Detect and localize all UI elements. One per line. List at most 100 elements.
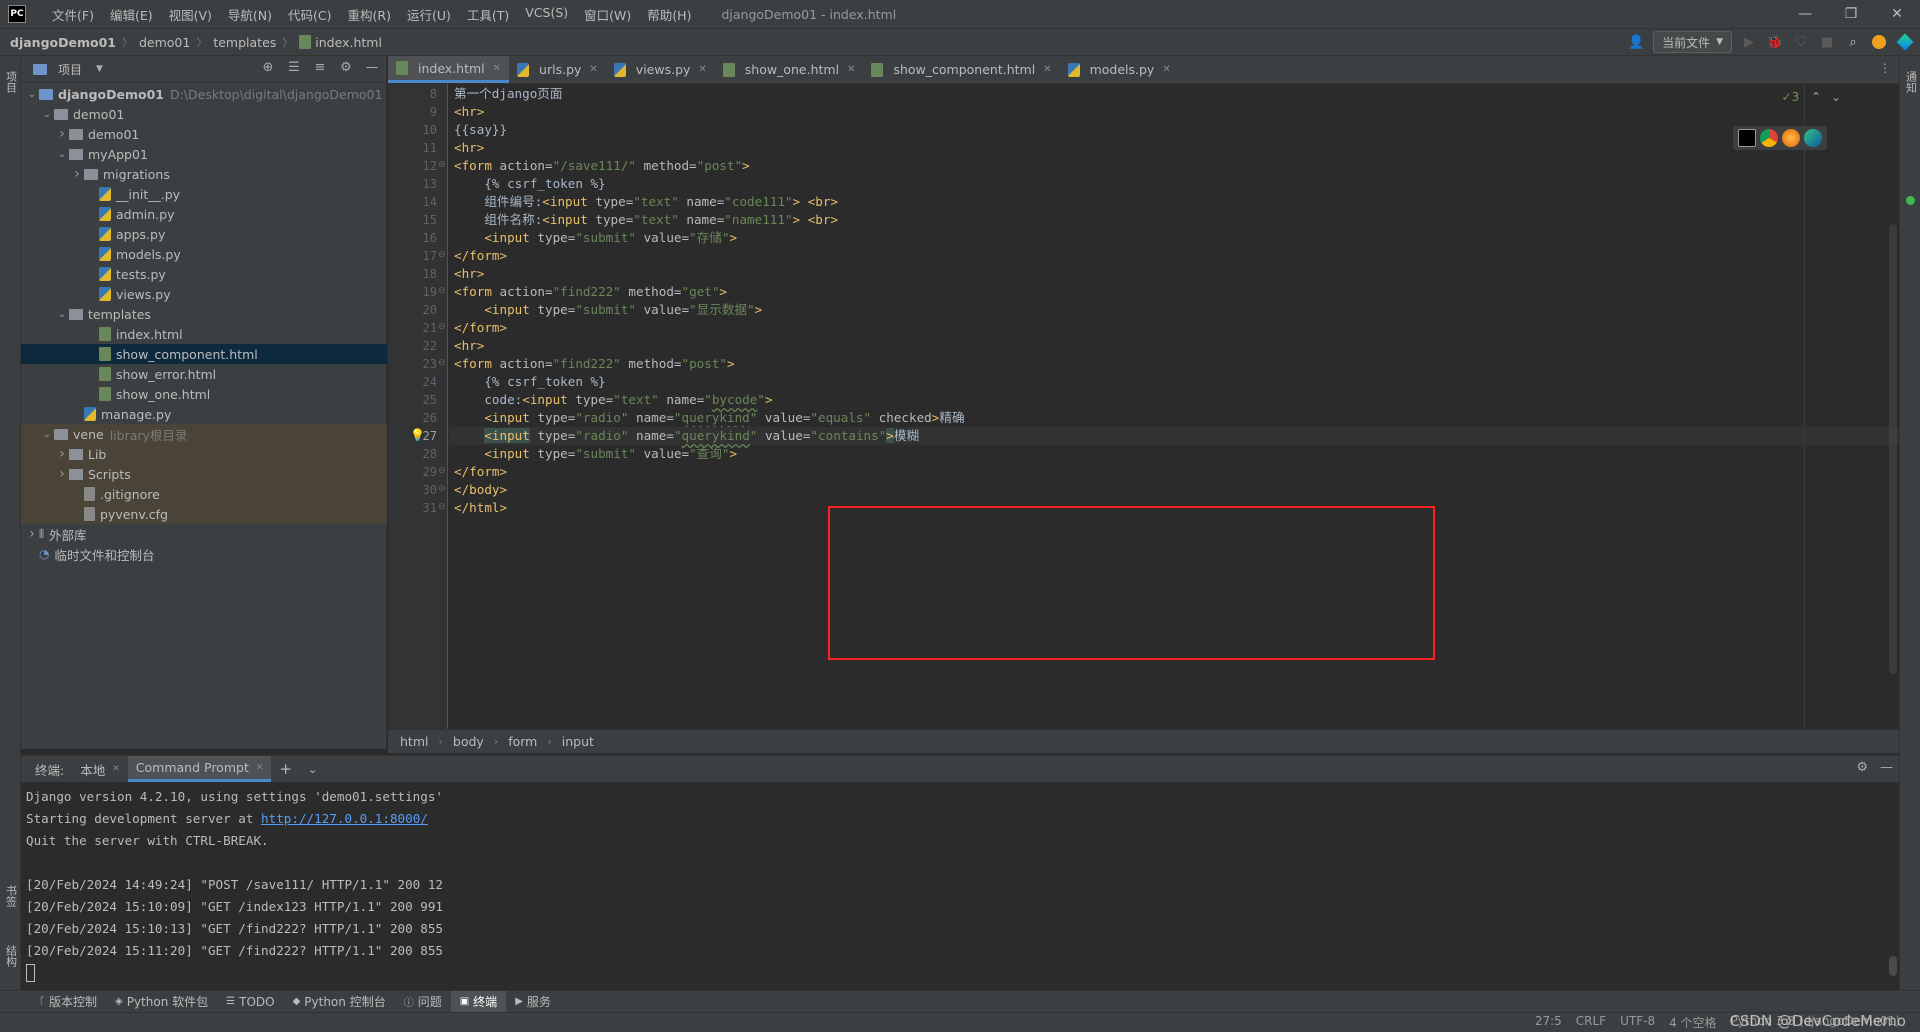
tool-window-button[interactable]: ◆ Python 控制台 xyxy=(284,993,395,1010)
code-line[interactable]: <form action="find222" method="post"> xyxy=(454,355,735,373)
terminal-tab[interactable]: Command Prompt ✕ xyxy=(127,756,272,782)
tool-window-button[interactable]: ⓘ 问题 xyxy=(395,993,451,1010)
code-line[interactable]: <hr> xyxy=(454,139,484,157)
chevron-down-icon[interactable]: ⌄ xyxy=(25,89,39,100)
tree-item[interactable]: __init__.py xyxy=(21,184,387,204)
breadcrumb-item[interactable]: index.html xyxy=(315,35,382,50)
code-line[interactable]: {{say}} xyxy=(454,121,507,139)
breadcrumb-item[interactable]: djangoDemo01 xyxy=(10,35,116,50)
fold-icon[interactable]: ⊖ xyxy=(438,502,446,512)
coverage-icon[interactable]: ⛉ xyxy=(1792,33,1810,51)
code-line[interactable]: </form> xyxy=(454,247,507,265)
code-line[interactable]: <hr> xyxy=(454,337,484,355)
code-line[interactable]: <hr> xyxy=(454,265,484,283)
tool-window-button[interactable]: ☰ TODO xyxy=(217,995,283,1009)
tree-item[interactable]: › demo01 xyxy=(21,124,387,144)
status-item[interactable]: UTF-8 xyxy=(1620,1014,1655,1031)
tree-item[interactable]: manage.py xyxy=(21,404,387,424)
chevron-down-icon[interactable]: ⌄ xyxy=(1831,90,1841,104)
tree-item[interactable]: ⌄ djangoDemo01 D:\Desktop\digital\djangoDe… xyxy=(21,84,387,104)
status-item[interactable]: 4 个空格 xyxy=(1669,1014,1716,1031)
terminal-cursor[interactable] xyxy=(26,964,35,982)
menu-item[interactable]: 代码(C) xyxy=(280,5,339,24)
chevron-right-icon[interactable]: › xyxy=(55,466,69,482)
menu-item[interactable]: 导航(N) xyxy=(220,5,280,24)
firefox-icon[interactable] xyxy=(1782,129,1800,147)
pycharm-browser-icon[interactable] xyxy=(1738,129,1756,147)
code-line[interactable]: <input type="submit" value="显示数据"> xyxy=(454,301,762,319)
editor-breadcrumb-item[interactable]: form xyxy=(508,734,537,749)
terminal-scrollbar[interactable] xyxy=(1889,956,1897,976)
code-line[interactable]: 组件名称:<input type="text" name="name111"> … xyxy=(454,211,838,229)
menu-item[interactable]: 文件(F) xyxy=(44,5,102,24)
menu-item[interactable]: VCS(S) xyxy=(517,5,576,24)
tree-item[interactable]: show_one.html xyxy=(21,384,387,404)
close-icon[interactable]: ✕ xyxy=(1043,64,1051,75)
menu-item[interactable]: 帮助(H) xyxy=(639,5,699,24)
editor-breadcrumb-item[interactable]: input xyxy=(562,734,594,749)
minimize-icon[interactable]: — xyxy=(1782,0,1828,28)
tree-item[interactable]: show_error.html xyxy=(21,364,387,384)
code-line[interactable]: </form> xyxy=(454,463,507,481)
chevron-up-icon[interactable]: ⌃ xyxy=(1811,90,1821,104)
server-url-link[interactable]: http://127.0.0.1:8000/ xyxy=(261,811,428,826)
stop-icon[interactable]: ■ xyxy=(1818,33,1836,51)
code-line[interactable]: <input type="submit" value="查询"> xyxy=(454,445,737,463)
tree-item[interactable]: › migrations xyxy=(21,164,387,184)
code-line[interactable]: 组件编号:<input type="text" name="code111"> … xyxy=(454,193,838,211)
menu-item[interactable]: 重构(R) xyxy=(340,5,399,24)
tree-item[interactable]: index.html xyxy=(21,324,387,344)
tree-item[interactable]: ⌄ vene library根目录 xyxy=(21,424,387,444)
editor-breadcrumb-item[interactable]: html xyxy=(400,734,428,749)
code-line[interactable]: <form action="/save111/" method="post"> xyxy=(454,157,750,175)
menu-item[interactable]: 编辑(E) xyxy=(102,5,161,24)
fold-icon[interactable]: ⊖ xyxy=(438,250,446,260)
close-icon[interactable]: ✕ xyxy=(112,764,120,774)
editor-breadcrumb-item[interactable]: body xyxy=(453,734,484,749)
chevron-right-icon[interactable]: › xyxy=(55,446,69,462)
edge-icon[interactable] xyxy=(1804,129,1822,147)
close-icon[interactable]: ✕ xyxy=(698,64,706,75)
status-item[interactable]: CRLF xyxy=(1576,1014,1606,1031)
update-icon[interactable] xyxy=(1870,33,1888,51)
editor-tab[interactable]: views.py ✕ xyxy=(606,56,715,83)
editor-tab[interactable]: index.html ✕ xyxy=(388,56,510,83)
tree-item[interactable]: apps.py xyxy=(21,224,387,244)
tree-item[interactable]: ⌄ templates xyxy=(21,304,387,324)
chevron-down-icon[interactable]: ⌄ xyxy=(40,109,54,120)
jetbrains-ai-icon[interactable] xyxy=(1896,33,1914,51)
tree-item[interactable]: › ⫴ 外部库 xyxy=(21,524,387,544)
hide-icon[interactable]: — xyxy=(1880,760,1893,775)
code-line[interactable]: </body> xyxy=(454,481,507,499)
code-editor[interactable]: 8 9 10 11 12 ⊖ 13 14 15 16 17 ⊖ 18 19 ⊖ 20 21 ⊖ 22 23 ⊖ 24 25 2… xyxy=(388,84,1899,729)
code-line[interactable]: </form> xyxy=(454,319,507,337)
restore-icon[interactable]: ❐ xyxy=(1828,0,1874,28)
menu-item[interactable]: 工具(T) xyxy=(459,5,517,24)
tree-item[interactable]: admin.py xyxy=(21,204,387,224)
code-line[interactable]: code:<input type="text" name="bycode"> xyxy=(454,391,772,409)
fold-icon[interactable]: ⊖ xyxy=(438,466,446,476)
code-line[interactable]: <hr> xyxy=(454,103,484,121)
code-line[interactable]: </html> xyxy=(454,499,507,517)
status-item[interactable]: 27:5 xyxy=(1535,1014,1562,1031)
editor-tab[interactable]: models.py ✕ xyxy=(1060,56,1179,83)
menu-item[interactable]: 运行(U) xyxy=(399,5,459,24)
terminal-tab[interactable]: 本地 ✕ xyxy=(72,756,128,782)
tool-window-button[interactable]: ◈ Python 软件包 xyxy=(106,993,217,1010)
code-line[interactable]: <input type="radio" name="querykind" val… xyxy=(454,427,919,445)
run-config-select[interactable]: 当前文件 ▼ xyxy=(1653,31,1732,53)
menu-item[interactable]: 窗口(W) xyxy=(576,5,639,24)
close-icon[interactable]: ✕ xyxy=(256,763,264,773)
chevron-right-icon[interactable]: › xyxy=(25,526,39,542)
editor-tab[interactable]: show_component.html ✕ xyxy=(863,56,1059,83)
tree-item[interactable]: pyvenv.cfg xyxy=(21,504,387,524)
close-icon[interactable]: ✕ xyxy=(1874,0,1920,28)
fold-icon[interactable]: ⊖ xyxy=(438,322,446,332)
code-line[interactable]: <input type="radio" name="querykind" val… xyxy=(454,409,964,427)
bookmarks-tool-tab[interactable]: 书签 xyxy=(0,876,21,916)
editor-tab[interactable]: show_one.html ✕ xyxy=(715,56,864,83)
project-panel-title[interactable]: 项目 xyxy=(58,61,82,78)
close-icon[interactable]: ✕ xyxy=(847,64,855,75)
editor-scrollbar[interactable] xyxy=(1889,224,1897,674)
code-line[interactable]: <input type="submit" value="存储"> xyxy=(454,229,737,247)
